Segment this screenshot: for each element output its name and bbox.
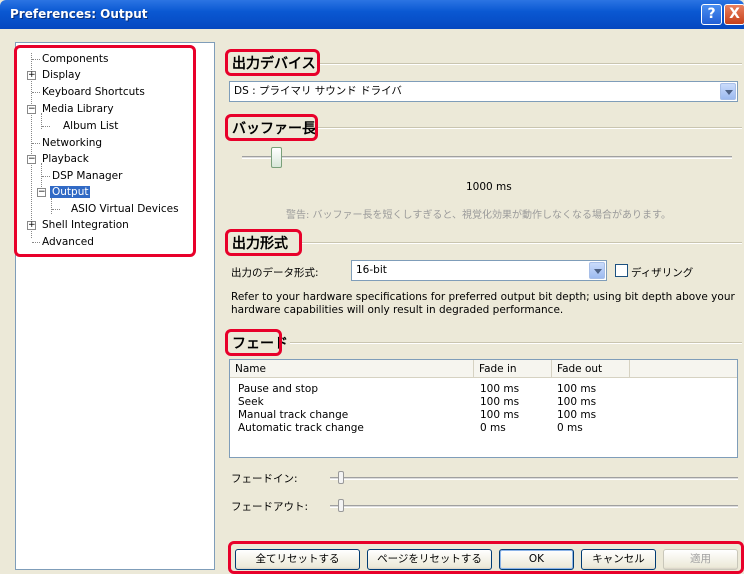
format-note-line1: Refer to your hardware specifications fo… — [231, 291, 735, 303]
section-divider — [282, 342, 742, 344]
tree-item-keyboard-shortcuts[interactable]: Keyboard Shortcuts — [42, 86, 145, 98]
table-cell-fade-in: 100 ms — [480, 409, 520, 421]
output-device-value: DS : プライマリ サウンド ドライバ — [234, 85, 402, 97]
tree-item-shell-integration[interactable]: Shell Integration — [42, 219, 129, 231]
tree-item-album-list[interactable]: Album List — [63, 120, 118, 132]
buffer-value-label: 1000 ms — [466, 181, 512, 193]
output-format-select[interactable]: 16-bit — [351, 260, 607, 281]
tree-item-playback[interactable]: Playback — [42, 153, 89, 165]
reset-all-button[interactable]: 全てリセットする — [235, 549, 360, 570]
buffer-slider-thumb[interactable] — [270, 147, 282, 168]
tree-connector — [32, 59, 40, 60]
format-heading: 出力形式 — [230, 233, 290, 253]
cancel-button[interactable]: キャンセル — [581, 549, 656, 570]
fade-out-slider-thumb[interactable] — [338, 499, 345, 512]
fade-table[interactable]: Name Fade in Fade out Pause and stop 100… — [229, 359, 738, 458]
fade-out-slider-track[interactable] — [330, 505, 738, 508]
close-button[interactable]: X — [724, 4, 744, 25]
dither-checkbox[interactable] — [615, 264, 628, 277]
fade-in-slider-thumb[interactable] — [338, 471, 345, 484]
table-cell-name: Seek — [238, 396, 264, 408]
format-note-line2: hardware capabilities will only result i… — [231, 304, 564, 316]
expand-icon[interactable]: + — [27, 221, 36, 230]
table-cell-fade-out: 100 ms — [557, 409, 597, 421]
reset-page-button[interactable]: ページをリセットする — [367, 549, 492, 570]
tree-connector — [32, 143, 40, 144]
table-cell-fade-in: 0 ms — [480, 422, 506, 434]
section-divider — [318, 127, 742, 129]
fade-out-label: フェードアウト: — [231, 501, 309, 513]
apply-button[interactable]: 適用 — [663, 549, 738, 570]
tree-connector — [51, 198, 52, 214]
table-cell-name: Pause and stop — [238, 383, 318, 395]
output-device-select[interactable]: DS : プライマリ サウンド ドライバ — [229, 81, 738, 102]
output-format-value: 16-bit — [356, 264, 387, 276]
preferences-window: Preferences: Output ? X + − − − + Compon… — [0, 0, 744, 574]
collapse-icon[interactable]: − — [37, 188, 46, 197]
tree-connector — [42, 176, 50, 177]
collapse-icon[interactable]: − — [27, 105, 36, 114]
buffer-slider-track[interactable] — [242, 156, 732, 159]
tree-item-output[interactable]: Output — [50, 186, 91, 198]
tree-item-media-library[interactable]: Media Library — [42, 103, 114, 115]
table-row[interactable]: Manual track change 100 ms 100 ms — [230, 409, 730, 422]
table-cell-fade-out: 0 ms — [557, 422, 583, 434]
tree-connector — [32, 92, 40, 93]
table-cell-fade-out: 100 ms — [557, 396, 597, 408]
dropdown-arrow-icon[interactable] — [720, 83, 736, 100]
ok-button[interactable]: OK — [499, 549, 574, 570]
buffer-heading: バッファー長 — [230, 118, 318, 138]
dropdown-arrow-icon[interactable] — [589, 262, 605, 279]
dither-label[interactable]: ディザリング — [631, 265, 693, 280]
device-heading: 出力デバイス — [230, 53, 318, 73]
table-row[interactable]: Automatic track change 0 ms 0 ms — [230, 422, 730, 435]
window-title: Preferences: Output — [10, 7, 148, 21]
column-header-fade-in[interactable]: Fade in — [474, 360, 552, 378]
buffer-warning: 警告: バッファー長を短くしすぎると、視覚化効果が動作しなくなる場合があります。 — [286, 210, 671, 221]
table-cell-fade-in: 100 ms — [480, 383, 520, 395]
fade-in-slider-track[interactable] — [330, 477, 738, 480]
tree-item-display[interactable]: Display — [42, 69, 81, 81]
tree-item-asio-virtual-devices[interactable]: ASIO Virtual Devices — [71, 203, 179, 215]
column-header-name[interactable]: Name — [230, 360, 474, 378]
format-field-label: 出力のデータ形式: — [231, 267, 319, 279]
tree-connector — [31, 53, 32, 238]
section-divider — [318, 63, 742, 65]
column-header-fade-out[interactable]: Fade out — [552, 360, 630, 378]
tree-item-dsp-manager[interactable]: DSP Manager — [52, 170, 122, 182]
table-cell-fade-in: 100 ms — [480, 396, 520, 408]
expand-icon[interactable]: + — [27, 71, 36, 80]
fade-heading: フェード — [230, 333, 290, 353]
tree-connector — [32, 242, 40, 243]
collapse-icon[interactable]: − — [27, 155, 36, 164]
section-divider — [302, 242, 742, 244]
tree-connector — [52, 209, 60, 210]
tree-item-advanced[interactable]: Advanced — [42, 236, 94, 248]
table-cell-name: Automatic track change — [238, 422, 364, 434]
table-row[interactable]: Seek 100 ms 100 ms — [230, 396, 730, 409]
title-bar[interactable]: Preferences: Output ? X — [0, 0, 744, 29]
tree-item-networking[interactable]: Networking — [42, 137, 102, 149]
preferences-tree[interactable]: + − − − + Components Display Keyboard Sh… — [15, 42, 215, 570]
tree-connector — [42, 126, 50, 127]
table-row[interactable]: Pause and stop 100 ms 100 ms — [230, 383, 730, 396]
fade-in-label: フェードイン: — [231, 473, 298, 485]
table-cell-name: Manual track change — [238, 409, 349, 421]
tree-item-components[interactable]: Components — [42, 53, 108, 65]
help-button[interactable]: ? — [701, 4, 722, 25]
table-cell-fade-out: 100 ms — [557, 383, 597, 395]
column-header-empty — [630, 360, 737, 378]
